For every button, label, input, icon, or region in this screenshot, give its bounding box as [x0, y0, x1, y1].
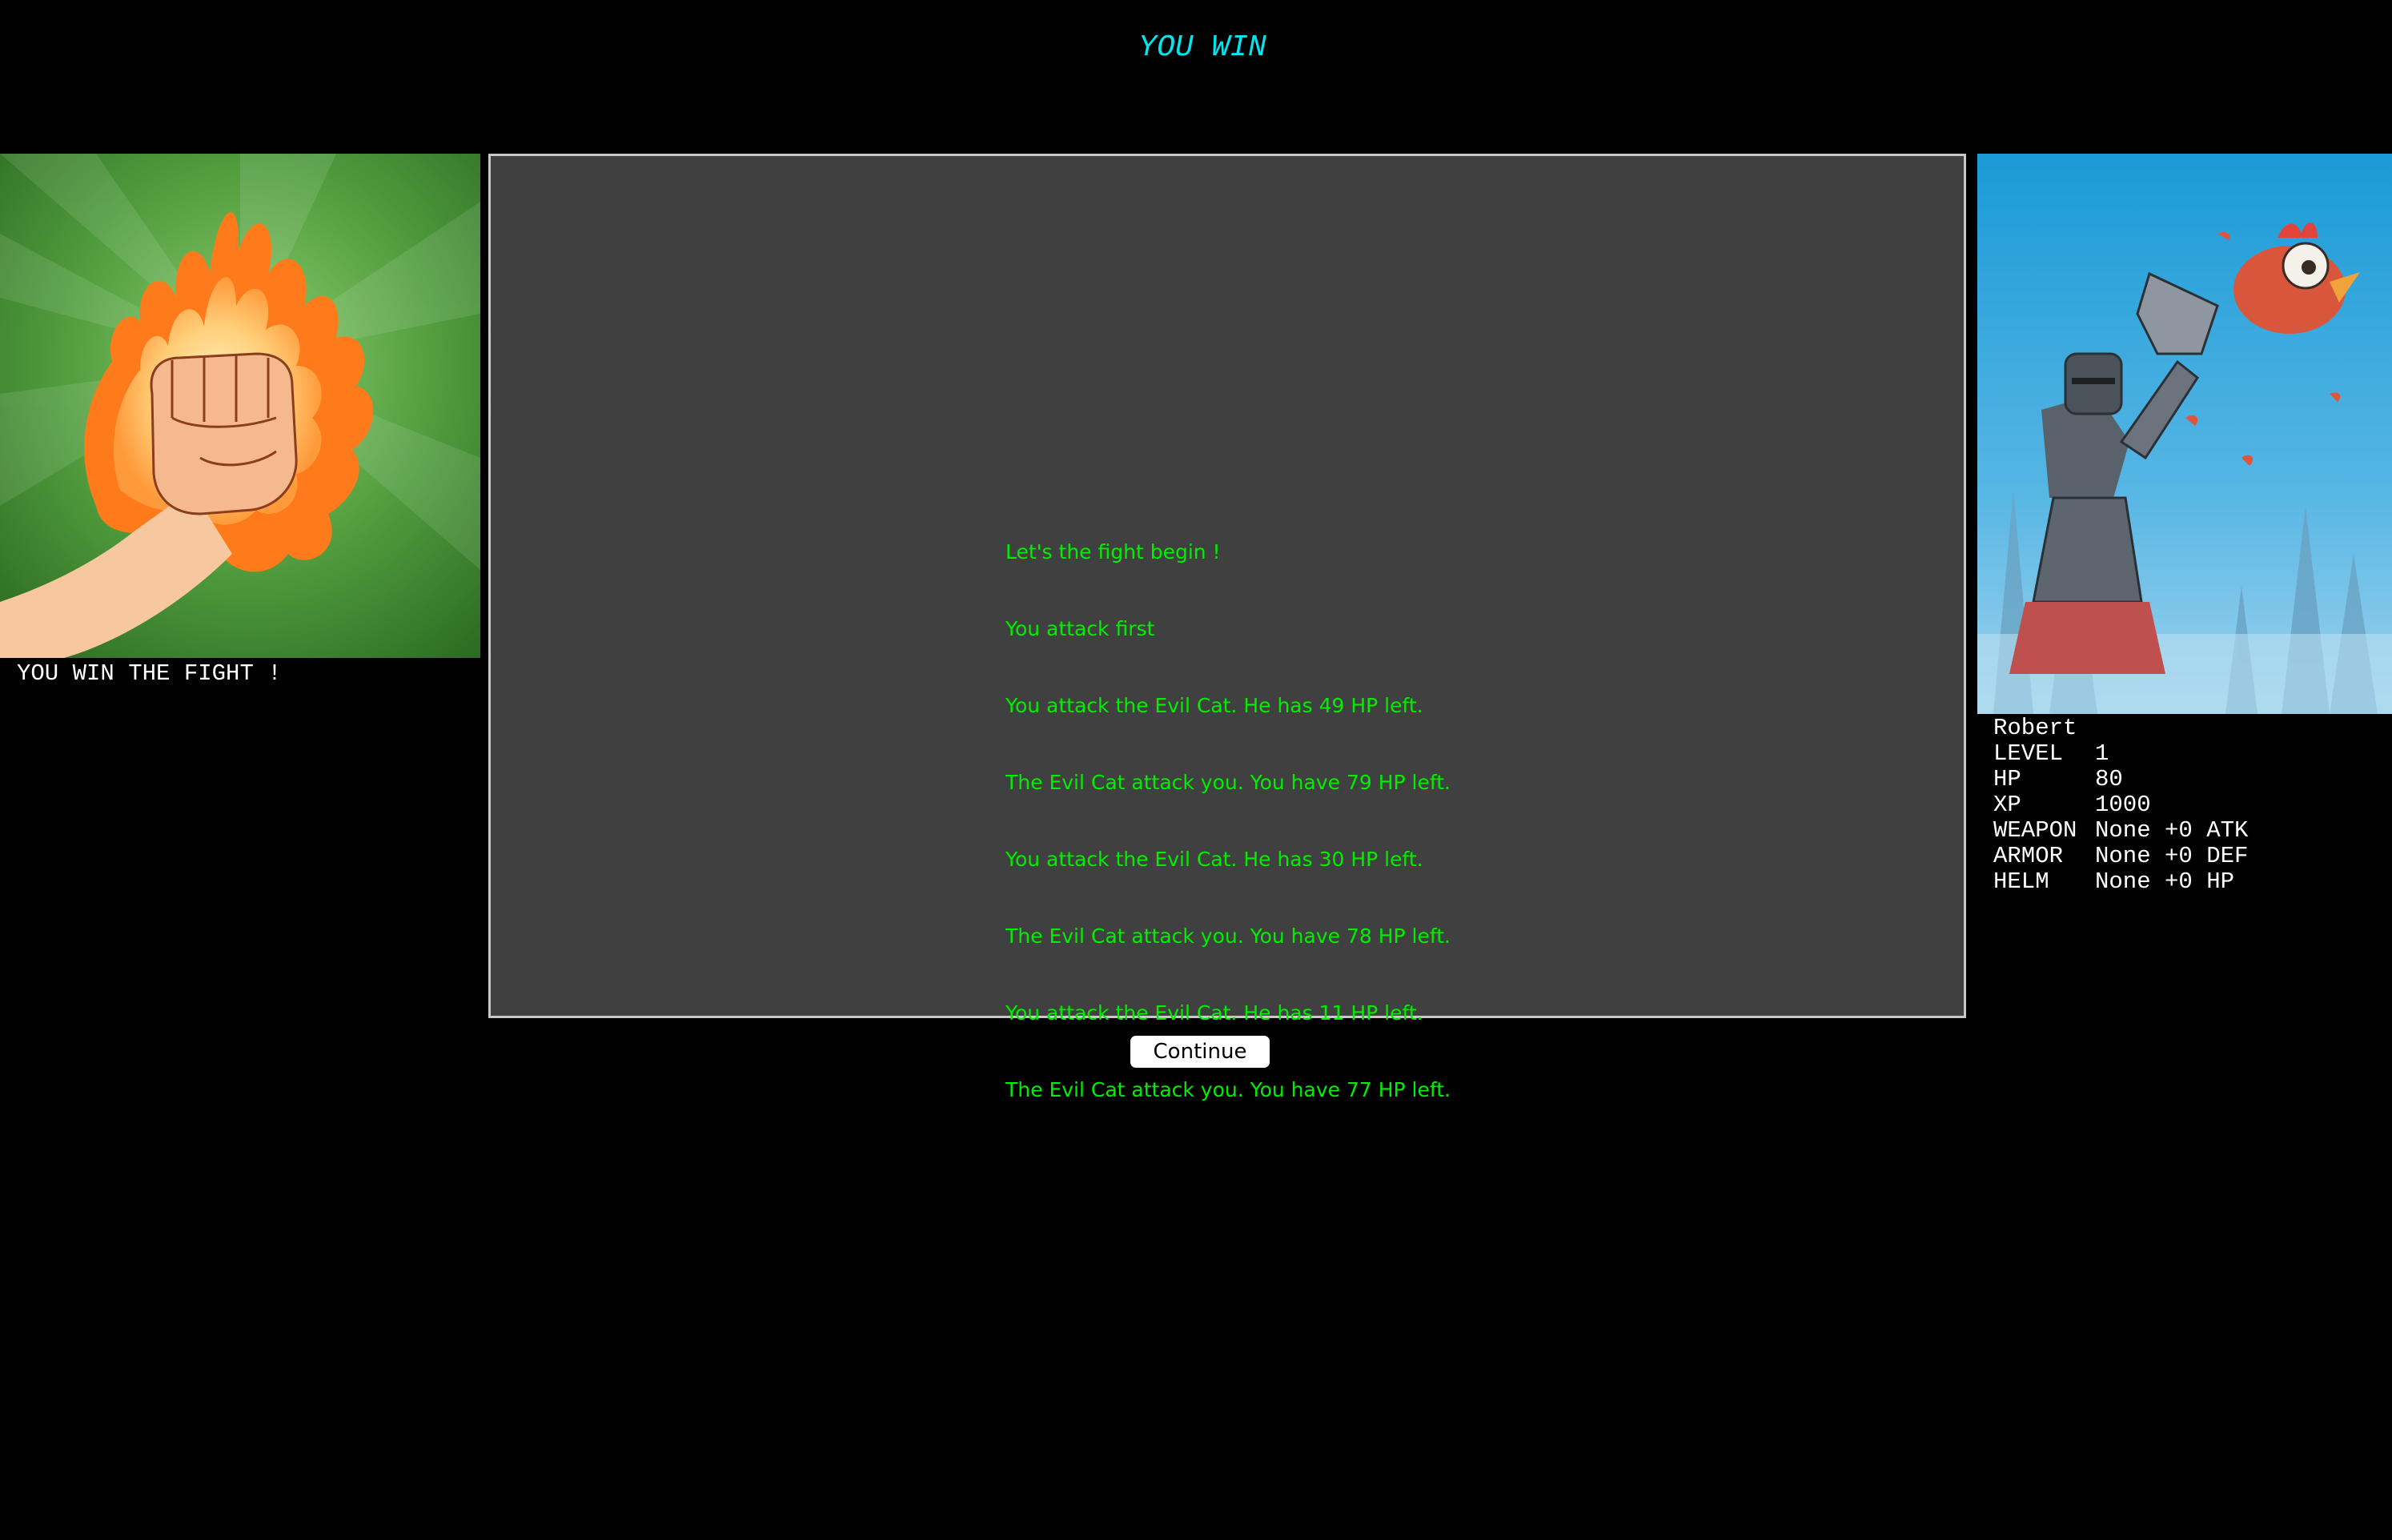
stat-label: XP — [1993, 792, 2021, 818]
log-line: The Evil Cat attack you. You have 77 HP … — [1005, 1078, 1451, 1101]
stat-row-hp: HP 80 — [1993, 767, 2392, 792]
combat-log-panel: Let's the fight begin ! You attack first… — [488, 154, 1966, 1101]
stat-value: 1 — [2095, 740, 2109, 767]
stat-label: HELM — [1993, 868, 2049, 895]
player-stats: Robert LEVEL 1 HP 80 XP 1000 WEAPON None +0 … — [1977, 716, 2392, 895]
stat-row-xp: XP 1000 — [1993, 792, 2392, 818]
stat-value: None +0 ATK — [2095, 817, 2249, 844]
stat-value: None +0 HP — [2095, 868, 2235, 895]
stat-label: WEAPON — [1993, 817, 2077, 844]
log-line: The Evil Cat attack you. You have 78 HP … — [1005, 924, 1451, 948]
stat-row-armor: ARMOR None +0 DEF — [1993, 844, 2392, 869]
page-title: YOU WIN — [1138, 30, 1266, 65]
stat-value: 1000 — [2095, 792, 2151, 818]
stat-row-weapon: WEAPON None +0 ATK — [1993, 818, 2392, 844]
log-line: You attack the Evil Cat. He has 11 HP le… — [1005, 1001, 1423, 1025]
stat-label: HP — [1993, 766, 2021, 792]
player-name: Robert — [1993, 715, 2077, 741]
log-line: You attack the Evil Cat. He has 49 HP le… — [1005, 694, 1423, 717]
log-line: You attack the Evil Cat. He has 30 HP le… — [1005, 848, 1423, 871]
stat-value: 80 — [2095, 766, 2123, 792]
stat-row-level: LEVEL 1 — [1993, 741, 2392, 767]
win-caption: YOU WIN THE FIGHT ! — [17, 660, 282, 687]
log-line: The Evil Cat attack you. You have 79 HP … — [1005, 771, 1451, 794]
stat-row-helm: HELM None +0 HP — [1993, 869, 2392, 895]
stat-label: LEVEL — [1993, 740, 2064, 767]
knight-portrait — [1977, 154, 2392, 714]
log-line: You attack first — [1005, 617, 1155, 640]
player-panel: Robert LEVEL 1 HP 80 XP 1000 WEAPON None +0 … — [1977, 154, 2392, 895]
stat-value: None +0 DEF — [2095, 843, 2249, 869]
flaming-fist-icon — [0, 154, 480, 658]
continue-button[interactable]: Continue — [1130, 1036, 1270, 1068]
stat-label: ARMOR — [1993, 843, 2064, 869]
log-line: Let's the fight begin ! — [1005, 540, 1221, 563]
result-panel: YOU WIN THE FIGHT ! — [0, 154, 480, 687]
